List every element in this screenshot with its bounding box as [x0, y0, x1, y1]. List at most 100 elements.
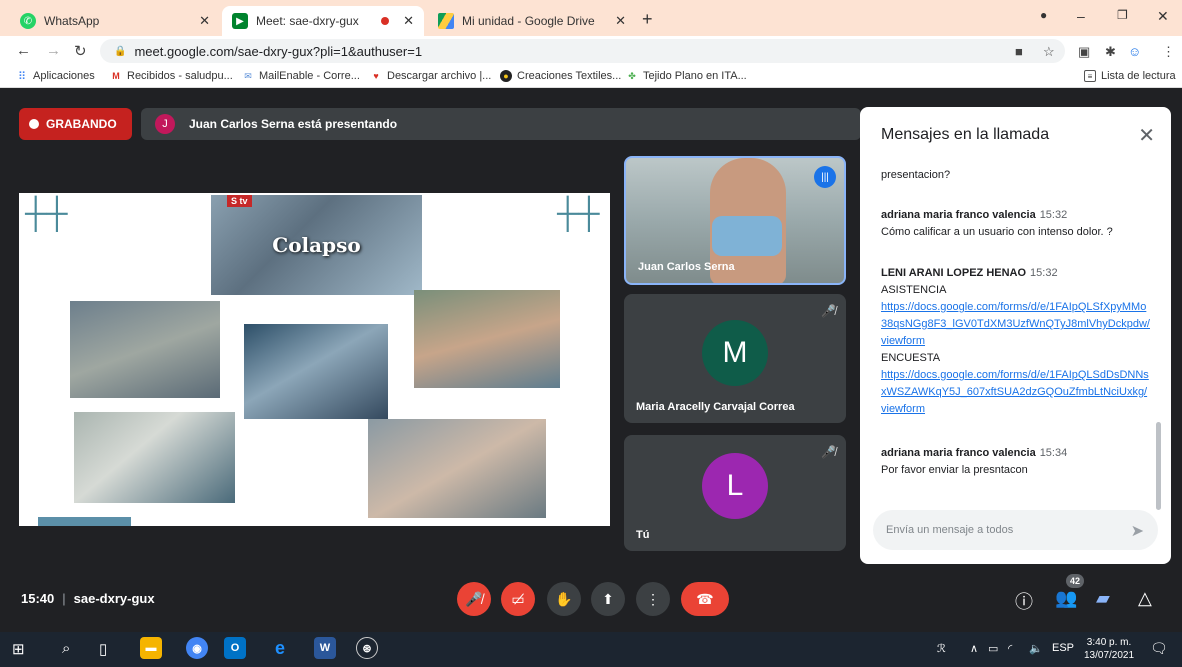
notifications-icon[interactable]: 🗨 [1150, 640, 1168, 657]
end-call-button[interactable]: ☎ [681, 582, 729, 616]
language-indicator[interactable]: ESP [1052, 642, 1074, 654]
back-button[interactable]: ← [16, 42, 31, 59]
tab-title: Meet: sae-dxry-gux [256, 14, 359, 28]
new-tab-button[interactable]: + [642, 9, 653, 30]
word-icon[interactable]: W [314, 637, 336, 659]
whatsapp-icon: ✆ [20, 13, 36, 29]
star-icon[interactable]: ☆ [1043, 44, 1055, 60]
chat-messages[interactable]: presentacion? adriana maria franco valen… [881, 159, 1151, 499]
participant-name: Juan Carlos Serna [638, 261, 735, 273]
bookmark-creaciones[interactable]: ● Creaciones Textiles... [500, 70, 621, 82]
profile-icon[interactable]: ● [1040, 8, 1047, 22]
reading-list-icon: ≡ [1084, 70, 1096, 82]
more-options-button[interactable]: ⋮ [636, 582, 670, 616]
mail-icon: ✉ [244, 70, 252, 81]
close-icon[interactable]: ✕ [403, 13, 414, 29]
mic-toggle-button[interactable]: 🎤̸ [457, 582, 491, 616]
shared-slide: ┼┼ ┼┼ Colapso S tv [19, 193, 610, 526]
gmail-icon: M [112, 71, 120, 81]
message-time: 15:32 [1039, 209, 1068, 221]
tab-whatsapp[interactable]: ✆ WhatsApp ✕ [10, 6, 220, 36]
restore-button[interactable]: ❐ [1117, 8, 1128, 22]
participant-video [712, 216, 782, 256]
people-icon[interactable]: 👥 [1055, 588, 1077, 609]
people-taskbar-icon[interactable]: ℛ [937, 642, 946, 655]
chat-input[interactable]: Envía un mensaje a todos ➤ [873, 510, 1158, 550]
hangup-icon: ☎ [696, 590, 714, 607]
activities-icon[interactable]: △ [1138, 588, 1152, 609]
lock-icon: 🔒 [114, 45, 127, 57]
bookmark-label: Descargar archivo |... [387, 70, 492, 82]
people-count-badge: 42 [1066, 574, 1084, 588]
bookmark-label: Creaciones Textiles... [517, 70, 622, 82]
record-icon [29, 119, 39, 129]
present-icon: ⬆ [602, 590, 614, 607]
message-sender: LENI ARANI LOPEZ HENAO 15:32 [881, 265, 1151, 282]
chevron-up-icon[interactable]: ∧ [970, 642, 978, 655]
bookmark-mailenable[interactable]: ✉ MailEnable - Corre... [242, 70, 360, 82]
chat-scrollbar[interactable] [1156, 422, 1161, 510]
puzzle-icon[interactable]: ✱ [1105, 44, 1116, 60]
bookmark-descargar[interactable]: ♥ Descargar archivo |... [370, 70, 491, 82]
menu-icon[interactable]: ⋮ [1162, 44, 1175, 60]
bookmark-tejido[interactable]: ✤ Tejido Plano en ITA... [626, 70, 747, 82]
volume-icon[interactable]: 🔈 [1029, 642, 1043, 655]
close-icon[interactable]: ✕ [1138, 123, 1155, 148]
chat-icon[interactable]: ▰ [1096, 588, 1110, 609]
chat-message: adriana maria franco valencia 15:32 Cómo … [881, 207, 1151, 241]
forward-button[interactable]: → [46, 42, 61, 59]
avatar[interactable]: ☺ [1128, 44, 1141, 59]
wifi-icon[interactable]: ◜ [1008, 642, 1012, 655]
bookmark-label: MailEnable - Corre... [259, 70, 360, 82]
hand-icon: ✋ [555, 590, 573, 607]
message-text: Cómo calificar a un usuario con intenso … [881, 226, 1113, 238]
reading-list-button[interactable]: ≡ Lista de lectura [1084, 70, 1176, 82]
more-icon: ⋮ [646, 590, 660, 607]
hospital-photo [368, 419, 546, 518]
minimize-button[interactable]: – [1077, 8, 1085, 24]
slide-decoration [38, 517, 131, 526]
bookmark-apps[interactable]: ⠿ Aplicaciones [16, 70, 95, 83]
edge-icon[interactable]: e [269, 637, 291, 659]
raise-hand-button[interactable]: ✋ [547, 582, 581, 616]
participant-tile[interactable]: 🎤̸ M Maria Aracelly Carvajal Correa [624, 294, 846, 423]
close-icon[interactable]: ✕ [199, 13, 210, 29]
sender-name: LENI ARANI LOPEZ HENAO [881, 267, 1027, 279]
camera-toggle-button[interactable]: ▭̸ [501, 582, 535, 616]
windows-taskbar: ⊞ ⌕ ▯ ▬ ◉ O e W ⊛ ℛ ∧ ▭ ◜ 🔈 ESP 3:40 p. … [0, 632, 1182, 667]
close-icon[interactable]: ✕ [615, 13, 626, 29]
meeting-time: 15:40 [21, 591, 55, 606]
present-button[interactable]: ⬆ [591, 582, 625, 616]
outlook-icon[interactable]: O [224, 637, 246, 659]
send-icon[interactable]: ➤ [1131, 521, 1144, 541]
sender-name: adriana maria franco valencia [881, 447, 1036, 459]
search-icon[interactable]: ⌕ [62, 640, 70, 657]
app-icon[interactable]: ⊛ [356, 637, 378, 659]
window-close-button[interactable]: ✕ [1157, 8, 1169, 25]
participant-name: Maria Aracelly Carvajal Correa [636, 401, 795, 413]
chrome-icon[interactable]: ◉ [186, 637, 208, 659]
camera-icon[interactable]: ■ [1015, 44, 1023, 59]
tab-meet[interactable]: ▶ Meet: sae-dxry-gux ✕ [222, 6, 424, 36]
windows-start-icon[interactable]: ⊞ [12, 640, 25, 658]
reload-button[interactable]: ↻ [74, 42, 87, 60]
bookmark-label: Recibidos - saludpu... [127, 70, 233, 82]
url-text: meet.google.com/sae-dxry-gux?pli=1&authu… [134, 43, 423, 59]
info-icon[interactable]: ⓘ [1015, 588, 1033, 614]
address-bar[interactable]: 🔒 meet.google.com/sae-dxry-gux?pli=1&aut… [100, 39, 1065, 63]
participant-tile[interactable]: 🎤̸ L Tú [624, 435, 846, 551]
chat-message: presentacion? [881, 167, 1151, 184]
tab-drive[interactable]: Mi unidad - Google Drive ✕ [428, 6, 636, 36]
message-text: presentacion? [881, 169, 951, 181]
system-clock[interactable]: 3:40 p. m. 13/07/2021 [1084, 636, 1134, 662]
battery-icon[interactable]: ▭ [988, 642, 998, 655]
message-link[interactable]: https://docs.google.com/forms/d/e/1FAIpQ… [881, 367, 1151, 418]
task-view-icon[interactable]: ▯ [99, 640, 107, 658]
chat-message: LENI ARANI LOPEZ HENAO 15:32 ASISTENCIA h… [881, 265, 1151, 418]
file-explorer-icon[interactable]: ▬ [140, 637, 162, 659]
message-link[interactable]: https://docs.google.com/forms/d/e/1FAIpQ… [881, 299, 1151, 350]
bookmark-gmail[interactable]: M Recibidos - saludpu... [110, 70, 233, 82]
extension-icon[interactable]: ▣ [1078, 44, 1090, 60]
participant-tile[interactable]: ||| Juan Carlos Serna [624, 156, 846, 285]
cross-decoration-icon: ┼┼ [25, 197, 68, 230]
